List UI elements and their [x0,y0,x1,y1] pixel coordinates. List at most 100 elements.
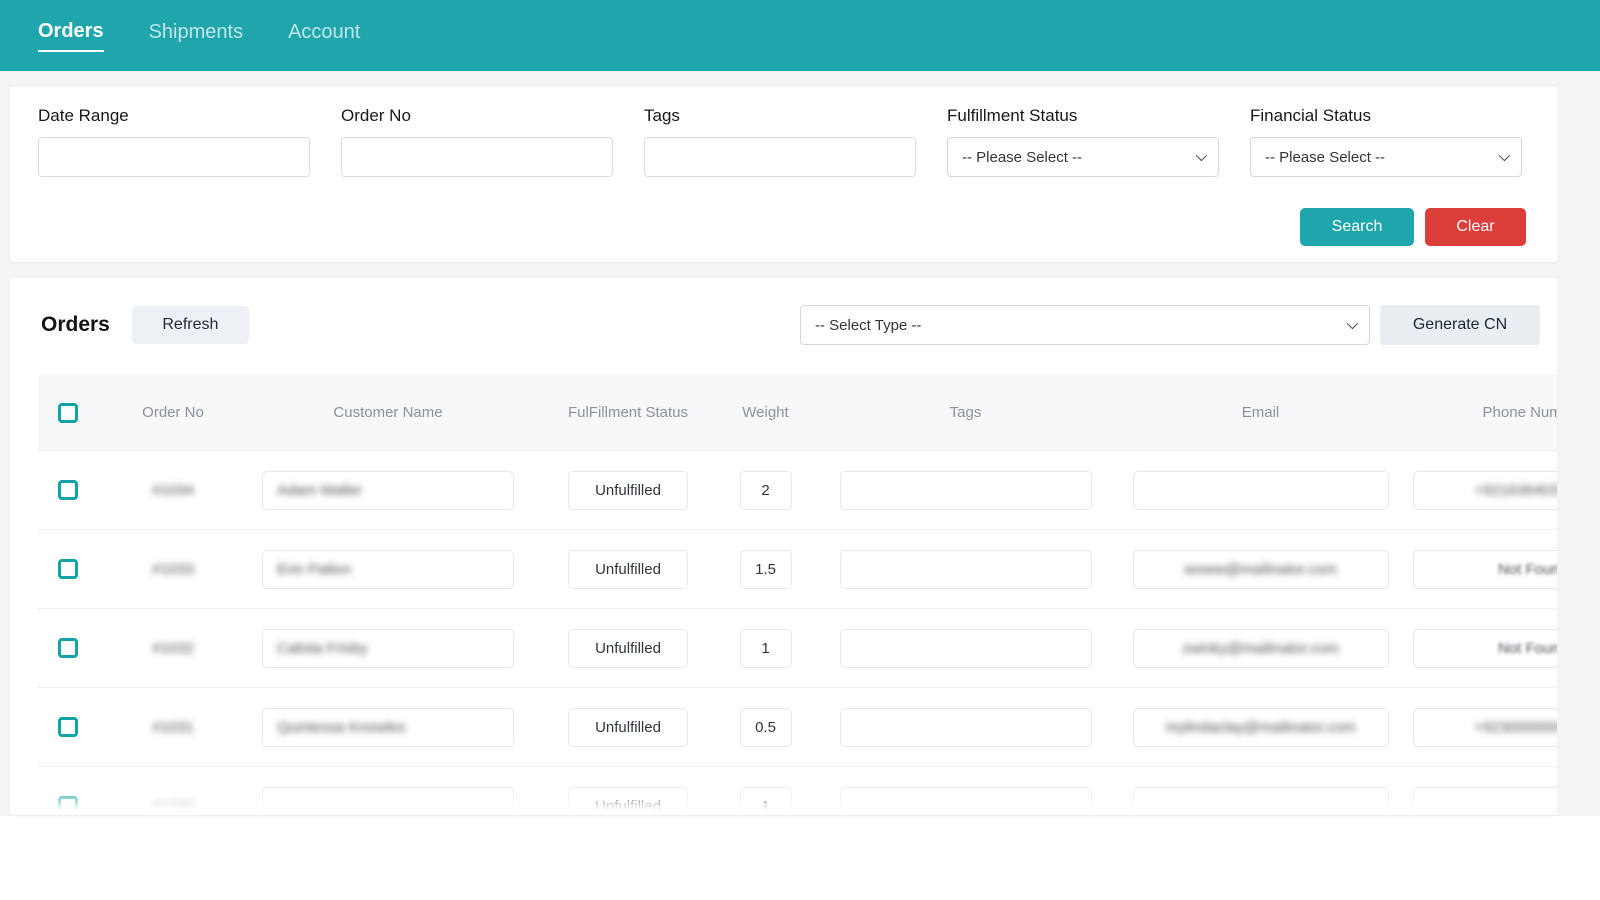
top-navbar: Orders Shipments Account [0,0,1600,71]
orders-header-left: Orders Refresh [41,306,249,344]
phone-field[interactable]: +9230000000000 [1413,708,1557,747]
fulfillment-status-value: Unfulfilled [568,629,688,668]
row-checkbox[interactable] [58,638,78,658]
email-field[interactable]: mylindaclay@mailinator.com [1133,708,1389,747]
phone-value: Not Found [1498,561,1557,578]
fulfillment-status-select[interactable]: -- Please Select -- [947,137,1219,177]
orders-panel: Orders Refresh -- Select Type -- Generat… [10,278,1557,815]
table-header-row: Order No Customer Name FulFillment Statu… [38,375,1557,450]
tags-field[interactable] [840,471,1092,510]
order-no-label: Order No [341,106,613,126]
order-no-value: #1034 [152,482,194,499]
col-email: Email [1118,404,1403,421]
chevron-down-icon [1499,150,1510,161]
orders-header-right: -- Select Type -- Generate CN [800,305,1540,345]
tags-field[interactable] [840,629,1092,668]
row-checkbox[interactable] [58,796,78,815]
filter-actions: Search Clear [1300,208,1526,246]
financial-status-select[interactable]: -- Please Select -- [1250,137,1522,177]
chevron-down-icon [1347,318,1358,329]
phone-field[interactable]: Not Found [1413,550,1557,589]
email-field[interactable]: woww@mailinator.com [1133,550,1389,589]
customer-name-value: Quintessa Knowles [277,719,405,736]
order-no-value: #1032 [152,640,194,657]
customer-name-value: Adam Waller [277,482,362,499]
weight-field[interactable]: 0.5 [740,708,792,747]
fulfillment-status-value: -- Please Select -- [962,149,1082,166]
email-field[interactable] [1133,787,1389,816]
date-range-label: Date Range [38,106,310,126]
filter-order-no: Order No [341,106,613,177]
tags-field[interactable] [840,787,1092,816]
table-row: #1034 Adam Waller Unfulfilled 2 +9216364… [38,450,1557,529]
tags-input[interactable] [644,137,916,177]
select-type-value: -- Select Type -- [815,317,921,334]
table-row: #1033 Erin Patton Unfulfilled 1.5 woww@m… [38,529,1557,608]
order-no-value: #1031 [152,719,194,736]
fulfillment-status-value: Unfulfilled [568,787,688,816]
filters-row: Date Range Order No Tags Fulfillment Sta… [10,87,1557,177]
email-value: mylindaclay@mailinator.com [1165,719,1355,736]
refresh-button[interactable]: Refresh [132,306,249,344]
fulfillment-status-value: Unfulfilled [568,550,688,589]
customer-name-field[interactable]: Calista Frisby [262,629,514,668]
financial-status-value: -- Please Select -- [1265,149,1385,166]
tab-account[interactable]: Account [288,21,360,51]
col-phone-number: Phone Number [1403,404,1557,421]
row-checkbox[interactable] [58,559,78,579]
date-range-input[interactable] [38,137,310,177]
email-field[interactable] [1133,471,1389,510]
customer-name-field[interactable]: Erin Patton [262,550,514,589]
col-customer-name: Customer Name [238,404,538,421]
email-value: zwinky@mailinator.com [1182,640,1339,657]
phone-field[interactable] [1413,787,1557,816]
phone-field[interactable]: Not Found [1413,629,1557,668]
generate-cn-button[interactable]: Generate CN [1380,305,1540,345]
phone-field[interactable]: +9216364031286 [1413,471,1557,510]
clear-button[interactable]: Clear [1425,208,1526,246]
weight-field[interactable]: 2 [740,471,792,510]
col-order-no: Order No [108,404,238,421]
phone-value: +9230000000000 [1474,719,1557,736]
phone-value: Not Found [1498,640,1557,657]
fulfillment-status-label: Fulfillment Status [947,106,1219,126]
row-checkbox[interactable] [58,717,78,737]
phone-value: +9216364031286 [1474,482,1557,499]
tags-field[interactable] [840,550,1092,589]
tags-label: Tags [644,106,916,126]
email-field[interactable]: zwinky@mailinator.com [1133,629,1389,668]
customer-name-field[interactable]: Quintessa Knowles [262,708,514,747]
col-fulfillment-status: FulFillment Status [538,404,718,421]
select-type-dropdown[interactable]: -- Select Type -- [800,305,1370,345]
customer-name-value: Calista Frisby [277,640,368,657]
orders-table: Order No Customer Name FulFillment Statu… [38,375,1557,815]
filters-panel: Date Range Order No Tags Fulfillment Sta… [10,87,1557,262]
col-weight: Weight [718,404,813,421]
customer-name-field[interactable] [262,787,514,816]
filter-tags: Tags [644,106,916,177]
fulfillment-status-value: Unfulfilled [568,471,688,510]
weight-field[interactable]: 1 [740,629,792,668]
filter-date-range: Date Range [38,106,310,177]
order-no-input[interactable] [341,137,613,177]
search-button[interactable]: Search [1300,208,1414,246]
order-no-value: #1030 [152,798,194,815]
col-tags: Tags [813,404,1118,421]
tab-orders[interactable]: Orders [38,20,104,52]
chevron-down-icon [1196,150,1207,161]
filter-financial-status: Financial Status -- Please Select -- [1250,106,1522,177]
table-row: #1030 Unfulfilled 1 [38,766,1557,815]
email-value: woww@mailinator.com [1184,561,1337,578]
tags-field[interactable] [840,708,1092,747]
financial-status-label: Financial Status [1250,106,1522,126]
row-checkbox[interactable] [58,480,78,500]
table-row: #1031 Quintessa Knowles Unfulfilled 0.5 … [38,687,1557,766]
customer-name-field[interactable]: Adam Waller [262,471,514,510]
tab-shipments[interactable]: Shipments [149,21,244,51]
weight-field[interactable]: 1.5 [740,550,792,589]
select-all-checkbox[interactable] [58,403,78,423]
customer-name-value: Erin Patton [277,561,351,578]
filter-fulfillment-status: Fulfillment Status -- Please Select -- [947,106,1219,177]
fulfillment-status-value: Unfulfilled [568,708,688,747]
weight-field[interactable]: 1 [740,787,792,816]
